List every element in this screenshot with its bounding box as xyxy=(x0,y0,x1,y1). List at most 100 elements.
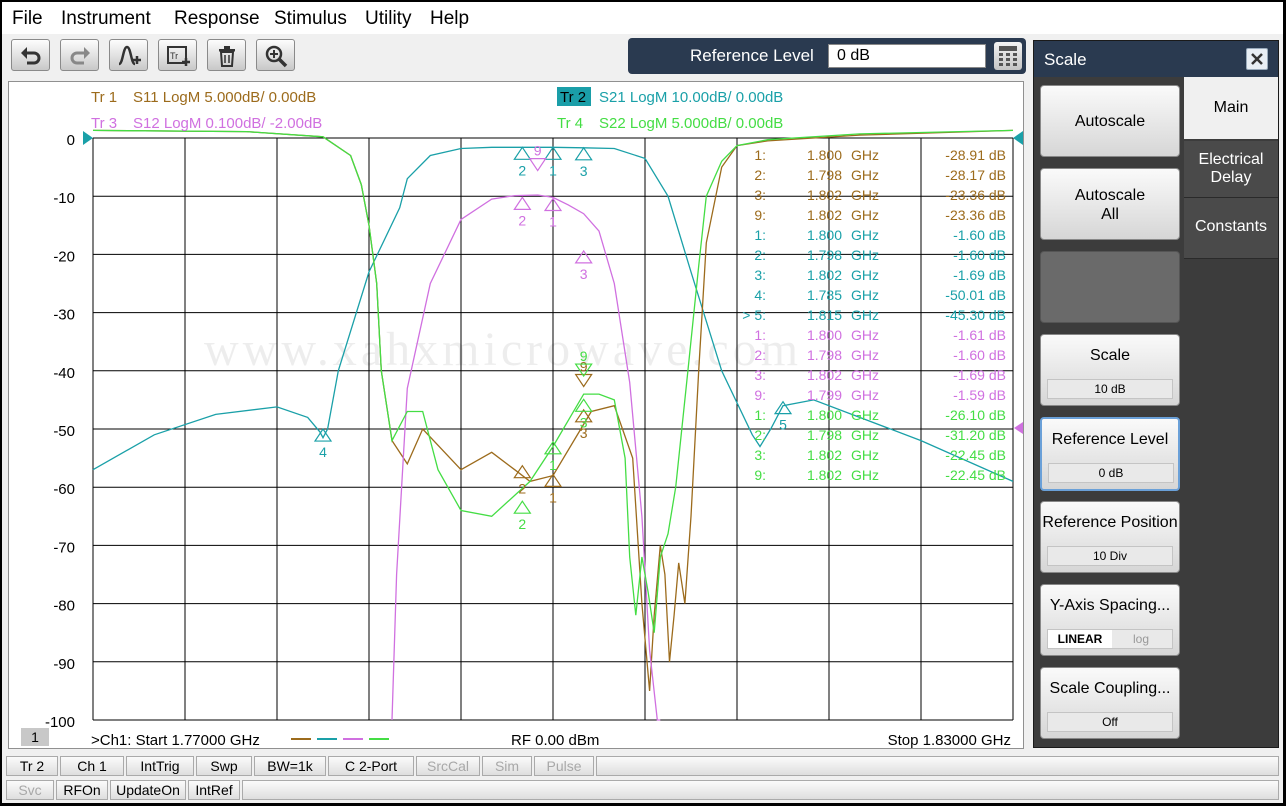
marker-triangle[interactable] xyxy=(513,146,532,160)
marker-triangle[interactable] xyxy=(528,157,547,172)
y-axis-spacing-toggle[interactable]: LINEAR log xyxy=(1047,629,1173,649)
marker-frequency: 1.798 xyxy=(807,427,842,443)
status-swp[interactable]: Swp xyxy=(196,756,252,776)
watermark: www.xahxmicrowave.com xyxy=(204,323,802,376)
trace-id[interactable]: Tr 3 xyxy=(91,115,117,132)
chart-area[interactable]: 0 -10 -20 -30 -40 -50 -60 -70 -80 -90 -100 www.xah… xyxy=(8,81,1024,749)
marker-frequency: 1.815 xyxy=(807,307,842,323)
autoscale-all-button[interactable]: Autoscale All xyxy=(1040,168,1180,240)
add-trace-button[interactable]: Tr xyxy=(158,39,197,71)
menu-response[interactable]: Response xyxy=(174,8,260,30)
marker-unit: GHz xyxy=(851,467,879,483)
marker-frequency: 1.800 xyxy=(807,227,842,243)
log-option[interactable]: log xyxy=(1112,630,1170,648)
trace-id[interactable]: Tr 2 xyxy=(560,89,586,106)
close-button[interactable] xyxy=(1246,48,1268,70)
reference-position-button[interactable]: Reference Position 10 Div xyxy=(1040,501,1180,573)
scale-button[interactable]: Scale 10 dB xyxy=(1040,334,1180,406)
panel-title-bar: Scale xyxy=(1034,41,1278,77)
keypad-button[interactable] xyxy=(994,42,1022,70)
status-updateon[interactable]: UpdateOn xyxy=(110,780,186,800)
status-pulse[interactable]: Pulse xyxy=(534,756,594,776)
marker-id: 9: xyxy=(754,207,766,223)
marker-triangle[interactable] xyxy=(574,249,593,264)
marker-frequency: 1.802 xyxy=(807,447,842,463)
reference-arrow-left[interactable] xyxy=(83,131,93,145)
marker-unit: GHz xyxy=(851,347,879,363)
status-filler xyxy=(242,780,1279,800)
status-ch-1[interactable]: Ch 1 xyxy=(60,756,124,776)
reference-arrow-right[interactable] xyxy=(1013,131,1023,145)
y-tick-label: 0 xyxy=(67,132,75,149)
redo-icon xyxy=(70,47,90,65)
marker-id: 3: xyxy=(754,367,766,383)
status-bw-1k[interactable]: BW=1k xyxy=(254,756,326,776)
undo-button[interactable] xyxy=(11,39,50,71)
marker-id: 1: xyxy=(754,407,766,423)
add-marker-icon xyxy=(118,45,141,66)
delete-button[interactable] xyxy=(207,39,246,71)
scale-coupling-button[interactable]: Scale Coupling... Off xyxy=(1040,667,1180,739)
y-tick-label: -100 xyxy=(45,714,75,731)
reference-level-button[interactable]: Reference Level 0 dB xyxy=(1040,417,1180,491)
trace-s12 xyxy=(391,194,661,721)
trace-format-label[interactable]: S21 LogM 10.00dB/ 0.00dB xyxy=(599,89,783,106)
status-inttrig[interactable]: IntTrig xyxy=(126,756,194,776)
menu-instrument[interactable]: Instrument xyxy=(61,8,151,30)
y-axis-spacing-button[interactable]: Y-Axis Spacing... LINEAR log xyxy=(1040,584,1180,656)
reference-arrow-s12[interactable] xyxy=(1014,422,1023,434)
tab-constants[interactable]: Constants xyxy=(1184,198,1278,259)
channel-badge: 1 xyxy=(31,729,39,745)
marker-value: -1.60 dB xyxy=(953,347,1006,363)
tab-main[interactable]: Main xyxy=(1184,77,1278,139)
marker-id: 3: xyxy=(754,187,766,203)
marker-id: 1: xyxy=(754,147,766,163)
redo-button[interactable] xyxy=(60,39,99,71)
marker-label: 1 xyxy=(549,162,557,178)
reference-level-softkey-label: Reference Level xyxy=(1051,431,1169,448)
status-c-2-port[interactable]: C 2-Port xyxy=(328,756,414,776)
marker-triangle[interactable] xyxy=(313,427,333,442)
trace-format-label[interactable]: S11 LogM 5.000dB/ 0.00dB xyxy=(133,89,316,106)
trace-format-label[interactable]: S12 LogM 0.100dB/ -2.00dB xyxy=(133,115,322,132)
menu-stimulus[interactable]: Stimulus xyxy=(274,8,347,30)
autoscale-button[interactable]: Autoscale xyxy=(1040,85,1180,157)
svg-text:Tr: Tr xyxy=(170,51,178,61)
scale-coupling-label: Scale Coupling... xyxy=(1049,680,1171,697)
marker-id: 3: xyxy=(754,267,766,283)
status-srccal[interactable]: SrcCal xyxy=(416,756,480,776)
rf-power[interactable]: RF 0.00 dBm xyxy=(511,732,599,748)
trace-id[interactable]: Tr 1 xyxy=(91,89,117,106)
menu-file[interactable]: File xyxy=(12,8,43,30)
status-svc[interactable]: Svc xyxy=(6,780,54,800)
tab-electrical-delay[interactable]: Electrical Delay xyxy=(1184,141,1278,198)
marker-label: 3 xyxy=(580,163,588,179)
marker-label: 3 xyxy=(580,414,588,430)
marker-id: 1: xyxy=(754,227,766,243)
marker-id: 2: xyxy=(754,347,766,363)
linear-option[interactable]: LINEAR xyxy=(1048,630,1112,648)
scale-value: 10 dB xyxy=(1047,379,1173,399)
marker-label: 2 xyxy=(518,162,526,178)
status-intref[interactable]: IntRef xyxy=(188,780,240,800)
marker-triangle[interactable] xyxy=(773,400,793,415)
start-frequency[interactable]: >Ch1: Start 1.77000 GHz xyxy=(91,732,260,748)
status-sim[interactable]: Sim xyxy=(482,756,532,776)
marker-value: -26.10 dB xyxy=(945,407,1006,423)
marker-frequency: 1.799 xyxy=(807,387,842,403)
trace-id[interactable]: Tr 4 xyxy=(557,115,583,132)
menu-utility[interactable]: Utility xyxy=(365,8,411,30)
marker-unit: GHz xyxy=(851,447,879,463)
reference-level-input[interactable]: 0 dB xyxy=(828,44,986,68)
trace-format-label[interactable]: S22 LogM 5.000dB/ 0.00dB xyxy=(599,115,783,132)
y-axis-spacing-label: Y-Axis Spacing... xyxy=(1049,597,1171,614)
zoom-button[interactable] xyxy=(256,39,295,71)
marker-triangle[interactable] xyxy=(513,196,532,210)
marker-triangle[interactable] xyxy=(574,146,593,161)
status-rfon[interactable]: RFOn xyxy=(56,780,108,800)
add-marker-button[interactable] xyxy=(109,39,148,71)
status-tr-2[interactable]: Tr 2 xyxy=(6,756,58,776)
marker-triangle[interactable] xyxy=(513,500,532,514)
menu-help[interactable]: Help xyxy=(430,8,469,30)
stop-frequency[interactable]: Stop 1.83000 GHz xyxy=(888,732,1011,748)
